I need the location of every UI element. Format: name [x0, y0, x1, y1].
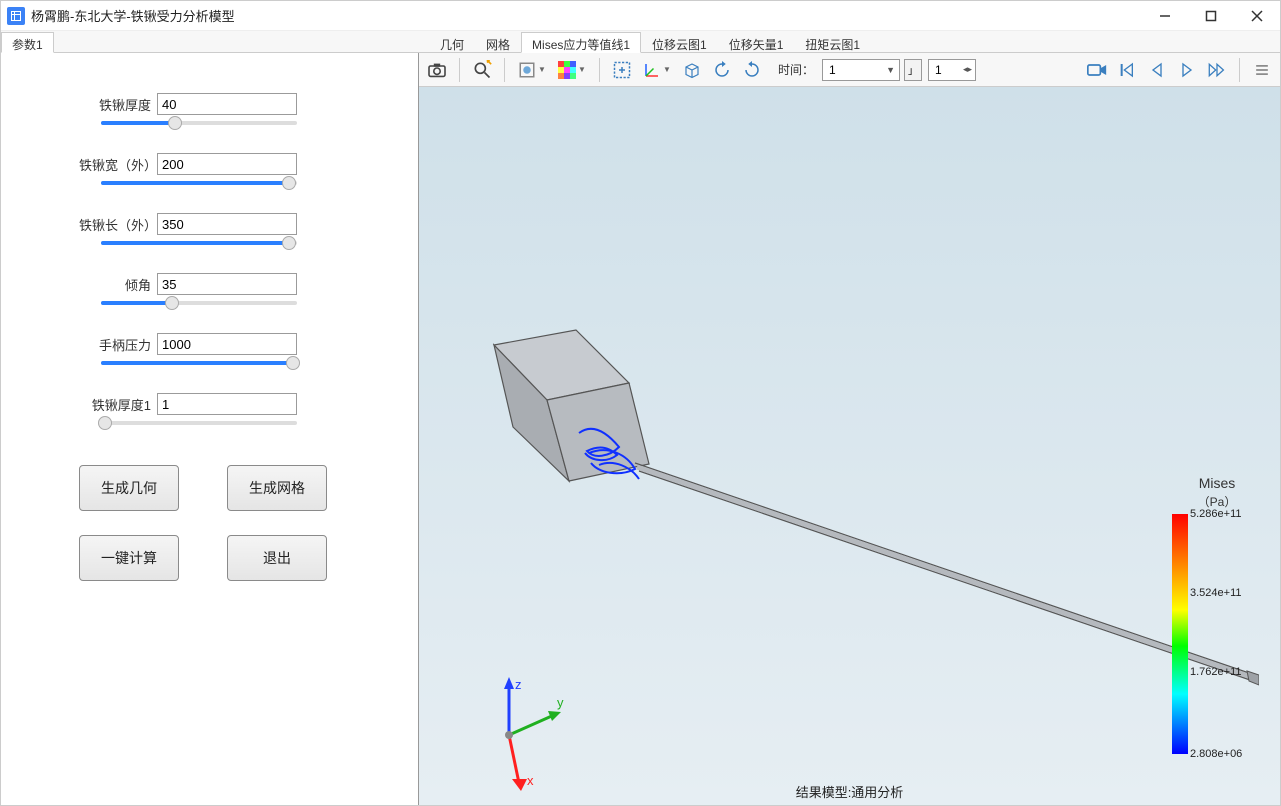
param-slider[interactable]: [101, 181, 297, 185]
legend-tick: 3.524e+11: [1190, 587, 1242, 599]
camera-icon[interactable]: [423, 57, 451, 83]
render-mode-icon[interactable]: ▼: [513, 57, 551, 83]
result-tab[interactable]: 几何: [429, 32, 475, 53]
compute-button[interactable]: 一键计算: [79, 535, 179, 581]
time-select[interactable]: 1 ▼: [822, 59, 900, 81]
generate-geometry-button[interactable]: 生成几何: [79, 465, 179, 511]
legend-tick: 1.762e+11: [1190, 666, 1242, 678]
svg-text:y: y: [557, 695, 564, 710]
param-input[interactable]: [157, 93, 297, 115]
param-block: 铁锹长（外）: [1, 213, 418, 245]
param-slider[interactable]: [101, 241, 297, 245]
param-label: 铁锹厚度: [79, 95, 157, 114]
svg-text:x: x: [527, 773, 534, 788]
fit-icon[interactable]: [608, 57, 636, 83]
play-icon[interactable]: [1173, 57, 1201, 83]
param-label: 铁锹长（外）: [79, 215, 157, 234]
time-label: 时间：: [778, 61, 814, 78]
next-frame-icon[interactable]: [1203, 57, 1231, 83]
time-value: 1: [829, 63, 836, 77]
param-label: 铁锹宽（外）: [79, 155, 157, 174]
viewport-canvas[interactable]: z y x Mises （Pa） 5.286e+113.524e+111.762…: [419, 87, 1280, 805]
app-icon: [7, 7, 25, 25]
param-block: 铁锹厚度1: [1, 393, 418, 425]
param-slider[interactable]: [101, 421, 297, 425]
param-label: 倾角: [79, 275, 157, 294]
minimize-button[interactable]: [1142, 1, 1188, 31]
time-slider-handle[interactable]: 」: [904, 59, 922, 81]
titlebar: 杨霄鹏-东北大学-铁锹受力分析模型: [1, 1, 1280, 31]
legend-tick: 2.808e+06: [1190, 748, 1242, 760]
zoom-auto-icon[interactable]: [468, 57, 496, 83]
viewport-toolbar: ▼ ▼ ▼ 时间： 1: [419, 53, 1280, 87]
maximize-button[interactable]: [1188, 1, 1234, 31]
legend-tick: 5.286e+11: [1190, 508, 1242, 520]
param-block: 手柄压力: [1, 333, 418, 365]
param-input[interactable]: [157, 333, 297, 355]
param-input[interactable]: [157, 153, 297, 175]
param-slider[interactable]: [101, 301, 297, 305]
tabs-row: 参数1 几何网格Mises应力等值线1位移云图1位移矢量1扭矩云图1: [1, 31, 1280, 53]
frame-value: 1: [935, 63, 942, 77]
param-slider[interactable]: [101, 361, 297, 365]
param-input[interactable]: [157, 393, 297, 415]
result-tab[interactable]: 扭矩云图1: [794, 32, 871, 53]
exit-button[interactable]: 退出: [227, 535, 327, 581]
frame-select[interactable]: 1 ◂▸: [928, 59, 976, 81]
result-tab[interactable]: 位移云图1: [641, 32, 718, 53]
model-render: [459, 257, 1259, 737]
sidebar-tab[interactable]: 参数1: [1, 32, 54, 53]
parameter-panel: 铁锹厚度 铁锹宽（外） 铁锹长（外）: [1, 53, 419, 805]
colormap-icon[interactable]: ▼: [553, 57, 591, 83]
param-block: 倾角: [1, 273, 418, 305]
axis-triad: z y x: [459, 675, 569, 795]
axes-view-icon[interactable]: ▼: [638, 57, 676, 83]
close-button[interactable]: [1234, 1, 1280, 31]
first-frame-icon[interactable]: [1113, 57, 1141, 83]
result-tab[interactable]: 位移矢量1: [718, 32, 795, 53]
rotate-left-icon[interactable]: [708, 57, 736, 83]
result-status: 结果模型:通用分析: [796, 782, 904, 801]
result-tab[interactable]: 网格: [475, 32, 521, 53]
param-label: 铁锹厚度1: [79, 395, 157, 414]
param-input[interactable]: [157, 273, 297, 295]
rotate-right-icon[interactable]: [738, 57, 766, 83]
box-view-icon[interactable]: [678, 57, 706, 83]
param-slider[interactable]: [101, 121, 297, 125]
prev-frame-icon[interactable]: [1143, 57, 1171, 83]
record-icon[interactable]: [1083, 57, 1111, 83]
toolbar-menu-icon[interactable]: [1248, 57, 1276, 83]
color-legend: Mises （Pa） 5.286e+113.524e+111.762e+112.…: [1172, 475, 1262, 754]
svg-text:z: z: [515, 677, 522, 692]
generate-mesh-button[interactable]: 生成网格: [227, 465, 327, 511]
result-tab[interactable]: Mises应力等值线1: [521, 32, 641, 53]
window-title: 杨霄鹏-东北大学-铁锹受力分析模型: [31, 6, 235, 25]
param-block: 铁锹宽（外）: [1, 153, 418, 185]
param-block: 铁锹厚度: [1, 93, 418, 125]
legend-colorbar: [1172, 514, 1188, 754]
param-input[interactable]: [157, 213, 297, 235]
param-label: 手柄压力: [79, 335, 157, 354]
legend-title: Mises: [1172, 475, 1262, 491]
